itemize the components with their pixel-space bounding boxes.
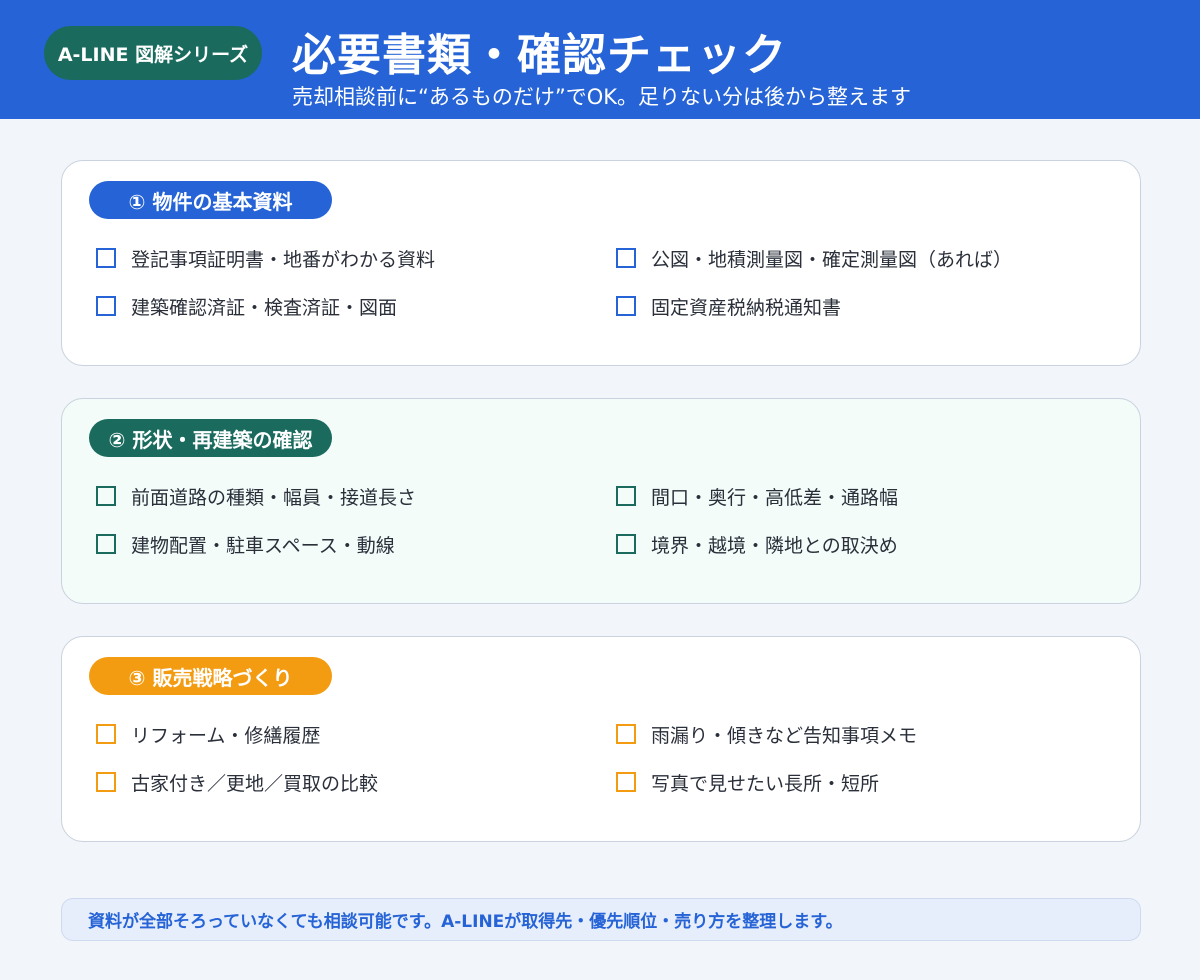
checkbox-icon[interactable] xyxy=(616,486,636,506)
checklist-item[interactable]: 固定資産税納税通知書 xyxy=(616,293,841,319)
checklist-item[interactable]: 前面道路の種類・幅員・接道長さ xyxy=(96,483,416,509)
checklist-item[interactable]: 建物配置・駐車スペース・動線 xyxy=(96,531,395,557)
checklist-item[interactable]: 写真で見せたい長所・短所 xyxy=(616,769,879,795)
checklist-item-label: リフォーム・修繕履歴 xyxy=(131,724,321,747)
section-card-sales-strategy: ③ 販売戦略づくり リフォーム・修繕履歴 雨漏り・傾きなど告知事項メモ 古家付き… xyxy=(61,636,1141,842)
checkbox-icon[interactable] xyxy=(616,772,636,792)
checklist-item-label: 建物配置・駐車スペース・動線 xyxy=(131,534,395,557)
checklist-item[interactable]: 公図・地積測量図・確定測量図（あれば） xyxy=(616,245,1012,271)
checklist-item-label: 雨漏り・傾きなど告知事項メモ xyxy=(651,724,918,747)
checklist-item-label: 固定資産税納税通知書 xyxy=(651,296,842,319)
checkbox-icon[interactable] xyxy=(96,772,116,792)
page-title: 必要書類・確認チェック xyxy=(292,30,787,81)
checklist-item[interactable]: 古家付き／更地／買取の比較 xyxy=(96,769,378,795)
section-badge: ③ 販売戦略づくり xyxy=(89,657,332,695)
checklist-item[interactable]: 境界・越境・隣地との取決め xyxy=(616,531,898,557)
page-subtitle: 売却相談前に“あるものだけ”でOK。足りない分は後から整えます xyxy=(292,85,912,109)
section-badge: ① 物件の基本資料 xyxy=(89,181,332,219)
section-badge: ② 形状・再建築の確認 xyxy=(89,419,332,457)
checklist-item[interactable]: 雨漏り・傾きなど告知事項メモ xyxy=(616,721,917,747)
checkbox-icon[interactable] xyxy=(616,296,636,316)
section-card-shape-rebuild: ② 形状・再建築の確認 前面道路の種類・幅員・接道長さ 間口・奥行・高低差・通路… xyxy=(61,398,1141,604)
header-banner: A-LINE 図解シリーズ 必要書類・確認チェック 売却相談前に“あるものだけ”… xyxy=(0,0,1200,119)
checklist-item-label: 登記事項証明書・地番がわかる資料 xyxy=(131,248,436,271)
checklist-item-label: 境界・越境・隣地との取決め xyxy=(651,534,898,557)
checkbox-icon[interactable] xyxy=(96,486,116,506)
checklist-item-label: 公図・地積測量図・確定測量図（あれば） xyxy=(651,248,1013,271)
checkbox-icon[interactable] xyxy=(96,248,116,268)
checklist-item[interactable]: リフォーム・修繕履歴 xyxy=(96,721,320,747)
footer-note: 資料が全部そろっていなくても相談可能です。A-LINEが取得先・優先順位・売り方… xyxy=(61,898,1141,941)
checkbox-icon[interactable] xyxy=(616,534,636,554)
checklist-item-label: 古家付き／更地／買取の比較 xyxy=(131,772,379,795)
checkbox-icon[interactable] xyxy=(96,534,116,554)
checklist-item-label: 建築確認済証・検査済証・図面 xyxy=(131,296,398,319)
checklist-item-label: 前面道路の種類・幅員・接道長さ xyxy=(131,486,417,509)
checklist-item-label: 写真で見せたい長所・短所 xyxy=(651,772,880,795)
checkbox-icon[interactable] xyxy=(96,296,116,316)
checklist-item[interactable]: 間口・奥行・高低差・通路幅 xyxy=(616,483,898,509)
checkbox-icon[interactable] xyxy=(616,248,636,268)
brand-badge: A-LINE 図解シリーズ xyxy=(44,26,262,80)
section-card-basic-documents: ① 物件の基本資料 登記事項証明書・地番がわかる資料 公図・地積測量図・確定測量… xyxy=(61,160,1141,366)
checkbox-icon[interactable] xyxy=(96,724,116,744)
checklist-item-label: 間口・奥行・高低差・通路幅 xyxy=(651,486,899,509)
checklist-item[interactable]: 登記事項証明書・地番がわかる資料 xyxy=(96,245,435,271)
checklist-item[interactable]: 建築確認済証・検査済証・図面 xyxy=(96,293,397,319)
checkbox-icon[interactable] xyxy=(616,724,636,744)
